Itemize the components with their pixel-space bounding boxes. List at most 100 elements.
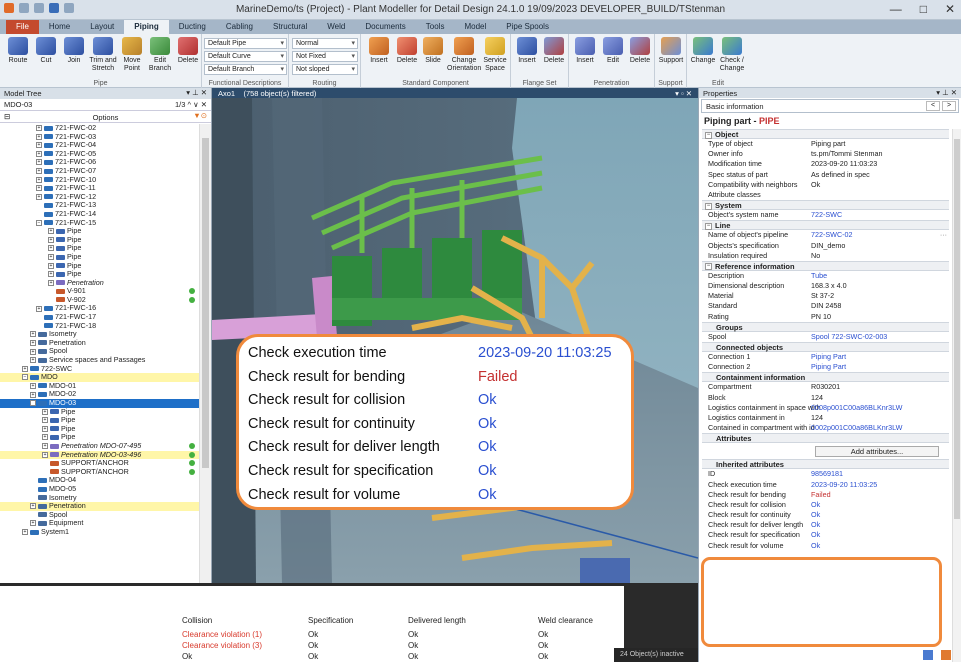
column-header[interactable]: Delivered length bbox=[408, 616, 466, 625]
expand-icon[interactable]: + bbox=[30, 331, 36, 338]
default-curve-select[interactable]: Default Curve bbox=[204, 51, 287, 62]
delete-penetration-button[interactable]: Delete bbox=[626, 37, 654, 65]
property-section-header[interactable]: − Reference information bbox=[702, 260, 949, 271]
expand-icon[interactable]: + bbox=[42, 443, 48, 450]
expand-icon[interactable]: + bbox=[30, 357, 36, 364]
tab-tools[interactable]: Tools bbox=[416, 20, 455, 34]
viewport-tab[interactable]: Axo1 bbox=[218, 89, 235, 98]
tab-ducting[interactable]: Ducting bbox=[169, 20, 216, 34]
section-collapse-icon[interactable]: − bbox=[705, 222, 712, 230]
section-collapse-icon[interactable]: − bbox=[705, 263, 712, 271]
property-section-header[interactable]: Attributes bbox=[702, 433, 949, 444]
tree-item[interactable]: +721-FWC-11 bbox=[0, 183, 199, 193]
expand-icon[interactable]: + bbox=[30, 339, 36, 346]
tree-item[interactable]: +721-FWC-05 bbox=[0, 149, 199, 159]
insert-flange-button[interactable]: Insert bbox=[513, 37, 541, 65]
expand-icon[interactable]: + bbox=[22, 365, 28, 372]
tab-model[interactable]: Model bbox=[454, 20, 496, 34]
column-header[interactable]: Collision bbox=[182, 616, 212, 625]
expand-icon[interactable]: + bbox=[36, 305, 42, 312]
collapse-icon[interactable]: − bbox=[30, 400, 36, 407]
tree-item[interactable]: − MDO bbox=[0, 372, 199, 382]
tree-item[interactable]: + Pipe bbox=[0, 407, 199, 417]
property-value[interactable]: 98569181 bbox=[811, 469, 843, 479]
expand-icon[interactable]: + bbox=[22, 529, 28, 535]
expand-icon[interactable]: + bbox=[42, 408, 48, 415]
tree-item[interactable]: + Pipe bbox=[0, 415, 199, 425]
next-object-button[interactable]: > bbox=[942, 101, 956, 111]
tree-item[interactable]: − MDO-03 bbox=[0, 398, 199, 408]
tree-item[interactable]: +721-FWC-03 bbox=[0, 132, 199, 142]
tree-scrollbar[interactable] bbox=[199, 124, 211, 583]
edit-penetration-button[interactable]: Edit bbox=[599, 37, 627, 65]
tree-item[interactable]: + Penetration bbox=[0, 278, 199, 288]
tab-layout[interactable]: Layout bbox=[80, 20, 124, 34]
expand-icon[interactable]: + bbox=[48, 279, 54, 286]
expand-icon[interactable]: + bbox=[48, 271, 54, 278]
collapse-icon[interactable]: − bbox=[36, 219, 42, 226]
property-value[interactable]: 2023-09-20 11:03:25 bbox=[811, 480, 877, 490]
edit-branch-button[interactable]: Edit Branch bbox=[146, 37, 174, 73]
tree-item[interactable]: + Pipe bbox=[0, 235, 199, 245]
tree-item[interactable]: 721-FWC-14 bbox=[0, 209, 199, 219]
routing-mode-select[interactable]: Normal bbox=[292, 38, 358, 49]
expand-icon[interactable]: + bbox=[36, 133, 42, 140]
support-button[interactable]: Support bbox=[657, 37, 685, 65]
viewport-controls[interactable]: ▾ ▫ ✕ bbox=[675, 89, 692, 98]
expand-icon[interactable]: + bbox=[48, 228, 54, 235]
expand-icon[interactable]: + bbox=[42, 434, 48, 441]
property-section-header[interactable]: Groups bbox=[702, 321, 949, 332]
more-options-icon[interactable]: ··· bbox=[940, 230, 947, 240]
expand-icon[interactable]: + bbox=[42, 425, 48, 432]
tree-scrollbar-thumb[interactable] bbox=[202, 138, 209, 468]
properties-controls[interactable]: ▾ ⊥ ✕ bbox=[936, 88, 957, 97]
property-value[interactable]: 0002p001C00a86BLKnr3LW bbox=[811, 423, 902, 433]
tree-item[interactable]: V-901 bbox=[0, 286, 199, 296]
tab-home[interactable]: Home bbox=[39, 20, 80, 34]
delete-pipe-button[interactable]: Delete bbox=[174, 37, 202, 65]
expand-icon[interactable]: + bbox=[30, 503, 36, 510]
tree-item[interactable]: +721-FWC-02 bbox=[0, 124, 199, 133]
collapse-icon[interactable]: − bbox=[22, 374, 28, 381]
add-attributes-button[interactable]: Add attributes... bbox=[815, 446, 939, 458]
maximize-button[interactable]: □ bbox=[920, 2, 927, 16]
properties-scrollbar[interactable] bbox=[952, 129, 961, 662]
tab-piping[interactable]: Piping bbox=[124, 20, 169, 34]
column-header[interactable]: Weld clearance bbox=[538, 616, 593, 625]
tree-item[interactable]: +722-SWC bbox=[0, 364, 199, 374]
property-section-header[interactable]: − Object bbox=[702, 129, 949, 139]
expand-icon[interactable]: + bbox=[36, 176, 42, 183]
tree-item[interactable]: SUPPORT/ANCHOR bbox=[0, 467, 199, 477]
tree-item[interactable]: + Penetration bbox=[0, 338, 199, 348]
fixed-select[interactable]: Not Fixed bbox=[292, 51, 358, 62]
tree-item[interactable]: MDO-04 bbox=[0, 476, 199, 485]
previous-object-button[interactable]: < bbox=[926, 101, 940, 111]
property-section-header[interactable]: − Line bbox=[702, 220, 949, 231]
property-section-header[interactable]: Inherited attributes bbox=[702, 459, 949, 470]
tree-item[interactable]: V-902 bbox=[0, 295, 199, 305]
tree-item[interactable]: + System1 bbox=[0, 527, 199, 537]
tree-item[interactable]: + Pipe bbox=[0, 226, 199, 236]
tree-item[interactable]: + MDO-01 bbox=[0, 381, 199, 391]
tree-item[interactable]: +721-FWC-04 bbox=[0, 140, 199, 150]
tree-item[interactable]: 721-FWC-13 bbox=[0, 201, 199, 210]
tab-file[interactable]: File bbox=[6, 20, 39, 34]
options-button[interactable]: Options bbox=[93, 113, 119, 122]
expand-icon[interactable]: + bbox=[36, 185, 42, 192]
tree-search-input[interactable]: MDO-03 bbox=[4, 100, 32, 109]
tree-item[interactable]: + Service spaces and Passages bbox=[0, 355, 199, 365]
property-section-header[interactable]: Containment information bbox=[702, 372, 949, 383]
route-button[interactable]: Route bbox=[4, 37, 32, 65]
panel-controls[interactable]: ▾ ⊥ ✕ bbox=[186, 88, 207, 97]
tree-item[interactable]: + Pipe bbox=[0, 424, 199, 434]
default-pipe-select[interactable]: Default Pipe bbox=[204, 38, 287, 49]
tree-item[interactable]: Isometry bbox=[0, 493, 199, 503]
service-space-button[interactable]: Service Space bbox=[481, 37, 509, 73]
insert-component-button[interactable]: Insert bbox=[365, 37, 393, 65]
collapse-all-icon[interactable]: ⊟ bbox=[4, 112, 10, 121]
tab-structural[interactable]: Structural bbox=[263, 20, 317, 34]
section-collapse-icon[interactable]: − bbox=[705, 202, 712, 210]
expand-icon[interactable]: + bbox=[36, 168, 42, 175]
property-value[interactable]: 722-SWC-02 bbox=[811, 230, 853, 240]
change-orientation-button[interactable]: Change Orientation bbox=[447, 37, 481, 73]
